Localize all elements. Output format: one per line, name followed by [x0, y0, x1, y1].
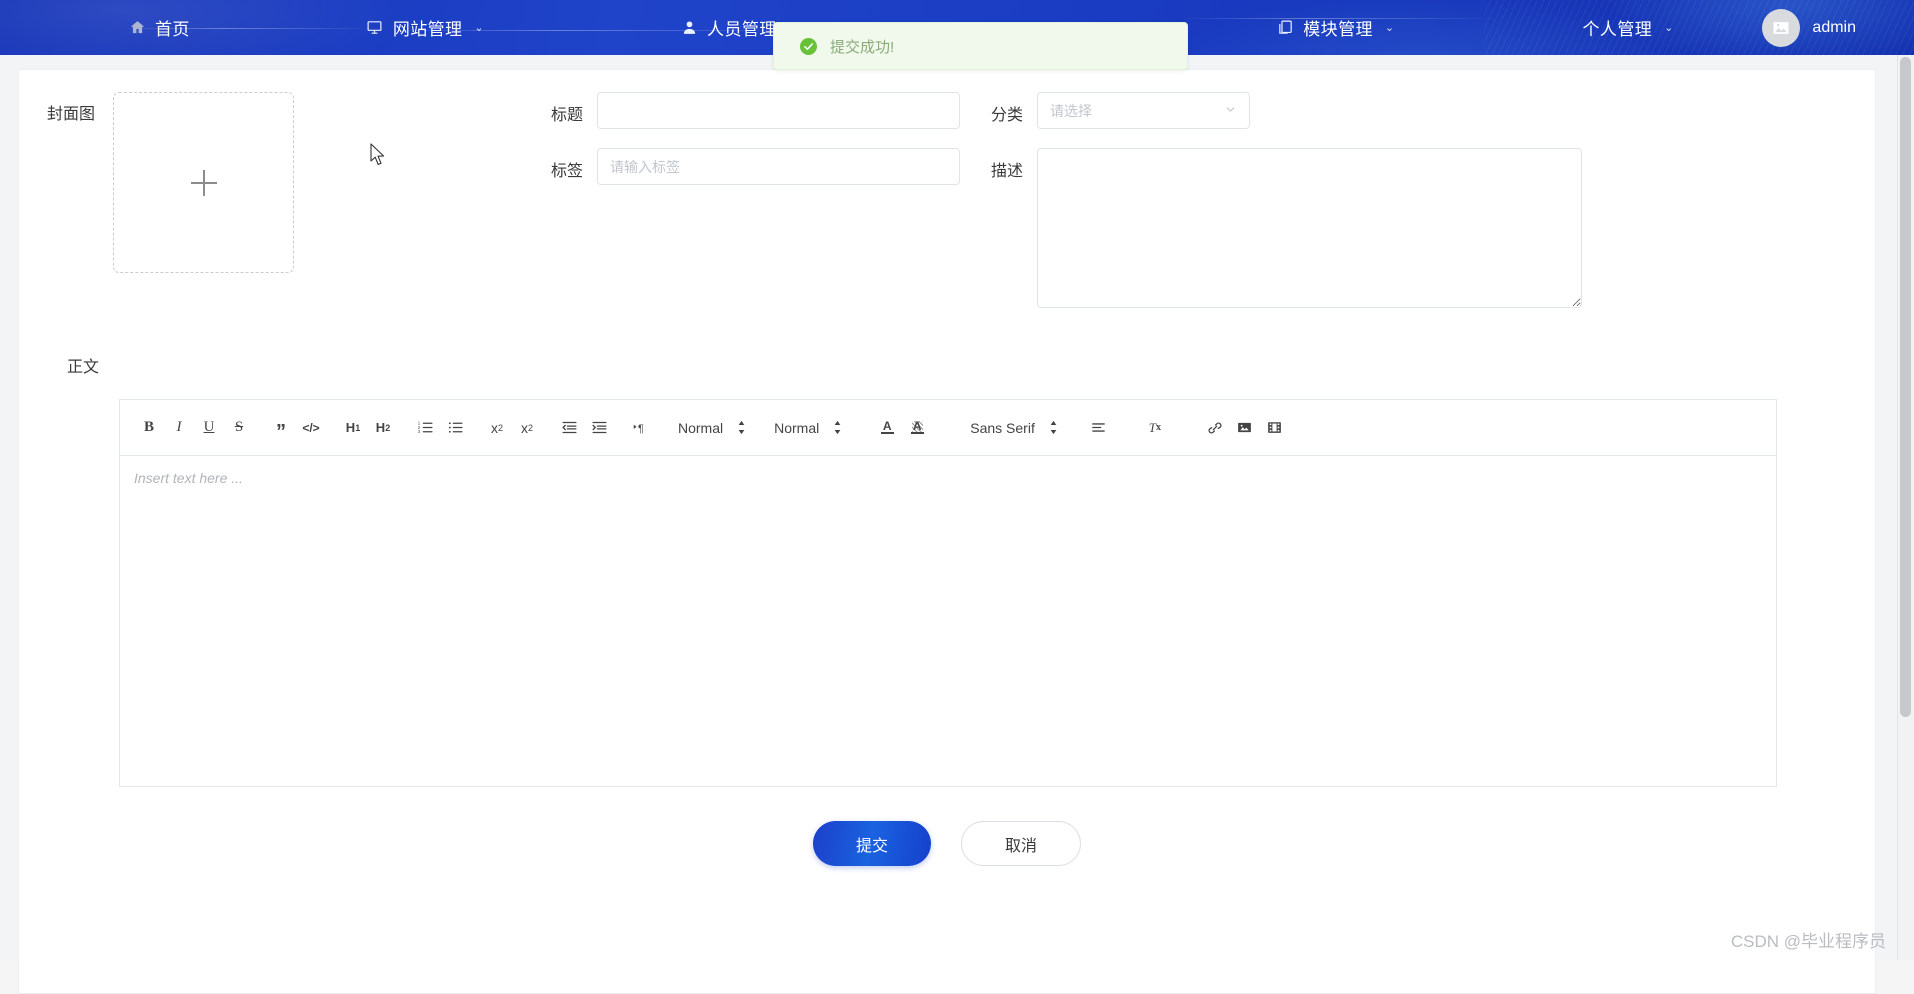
strikethrough-icon[interactable]: S	[225, 415, 253, 441]
background-color-icon[interactable]: A	[903, 415, 931, 441]
chevron-down-icon	[1224, 103, 1237, 118]
font-family-value: Sans Serif	[970, 419, 1035, 436]
chevron-updown-icon	[737, 420, 746, 435]
title-label: 标题	[550, 107, 583, 124]
description-field: 描述	[969, 148, 1669, 308]
category-description-column: 分类 请选择 描述	[969, 92, 1669, 327]
image-icon[interactable]	[1231, 415, 1259, 441]
nav-item-personal-management[interactable]: 个人管理 ⌄	[1583, 15, 1674, 40]
scrollbar-thumb[interactable]	[1900, 57, 1911, 717]
italic-icon[interactable]: I	[165, 415, 193, 441]
svg-text:¶: ¶	[637, 423, 643, 435]
nav-item-site-management-label: 网站管理	[392, 20, 463, 39]
title-tag-column: 标题 标签	[529, 92, 969, 327]
watermark: CSDN @毕业程序员	[1730, 932, 1886, 951]
category-label: 分类	[990, 107, 1023, 124]
success-check-icon	[800, 37, 817, 55]
line-height-select[interactable]: Normal	[774, 420, 842, 436]
tag-label: 标签	[550, 163, 583, 180]
form-card: 封面图 标题 标签 分类	[18, 69, 1876, 994]
heading-size-value: Normal	[678, 419, 724, 436]
video-icon[interactable]	[1261, 415, 1289, 441]
heading-1-icon[interactable]: H1	[339, 415, 367, 441]
form-actions: 提交 取消	[19, 821, 1875, 866]
link-icon[interactable]	[1201, 415, 1229, 441]
submit-button[interactable]: 提交	[813, 821, 931, 866]
title-field: 标题	[529, 92, 969, 129]
underline-icon[interactable]: U	[195, 415, 223, 441]
tag-input[interactable]	[597, 148, 960, 185]
home-icon	[128, 19, 146, 37]
chevron-down-icon: ⌄	[474, 22, 485, 34]
ordered-list-icon[interactable]: 123	[411, 415, 439, 441]
text-direction-icon[interactable]: ¶	[627, 415, 655, 441]
chevron-down-icon: ⌄	[1384, 22, 1395, 34]
font-family-select[interactable]: Sans Serif	[970, 420, 1058, 436]
heading-size-select[interactable]: Normal	[678, 420, 746, 436]
category-field: 分类 请选择	[969, 92, 1669, 129]
svg-text:3: 3	[417, 429, 420, 434]
cancel-button[interactable]: 取消	[961, 821, 1081, 866]
code-block-icon[interactable]: </>	[297, 415, 325, 441]
vertical-scrollbar[interactable]	[1897, 55, 1914, 960]
page-content: 封面图 标题 标签 分类	[0, 55, 1914, 994]
outdent-icon[interactable]	[555, 415, 583, 441]
nav-item-home-label: 首页	[155, 20, 190, 39]
clear-format-icon[interactable]: Tx	[1141, 415, 1169, 441]
align-icon[interactable]	[1085, 415, 1113, 441]
monitor-icon	[366, 19, 384, 37]
cover-image-upload-box[interactable]	[113, 92, 294, 273]
line-height-value: Normal	[774, 419, 820, 436]
bullet-list-icon[interactable]	[441, 415, 469, 441]
superscript-icon[interactable]: x2	[513, 415, 541, 441]
cover-image-label: 封面图	[46, 106, 95, 123]
nav-item-module-management[interactable]: 模块管理 ⌄	[1276, 15, 1394, 40]
chevron-updown-icon	[833, 420, 842, 435]
success-toast: 提交成功!	[773, 22, 1188, 70]
bold-icon[interactable]: B	[135, 415, 163, 441]
chevron-down-icon: ⌄	[1664, 22, 1674, 34]
avatar	[1762, 8, 1801, 47]
description-textarea[interactable]	[1037, 148, 1582, 308]
category-select[interactable]: 请选择	[1037, 92, 1250, 129]
blockquote-icon[interactable]: ”	[267, 411, 295, 445]
body-label: 正文	[67, 359, 100, 376]
subscript-icon[interactable]: x2	[483, 415, 511, 441]
form-top-row: 封面图 标题 标签 分类	[19, 70, 1875, 327]
editor-toolbar: B I U S ” </> H1 H2 123 x 2 x 2 ¶ Normal…	[120, 400, 1776, 456]
editor-content-area[interactable]: Insert text here ...	[120, 456, 1776, 786]
description-label: 描述	[990, 163, 1023, 180]
title-input[interactable]	[597, 92, 960, 129]
nav-item-site-management[interactable]: 网站管理 ⌄	[366, 15, 484, 40]
heading-2-icon[interactable]: H2	[369, 415, 397, 441]
indent-icon[interactable]	[585, 415, 613, 441]
chevron-updown-icon	[1049, 420, 1058, 435]
editor-placeholder: Insert text here ...	[134, 470, 243, 486]
cover-image-field: 封面图	[19, 92, 529, 327]
nav-item-personnel-management-label: 人员管理	[707, 20, 777, 39]
user-icon	[680, 19, 698, 37]
nav-item-module-management-label: 模块管理	[1303, 20, 1373, 39]
copy-icon	[1276, 19, 1294, 37]
nav-item-personal-management-label: 个人管理	[1582, 20, 1653, 39]
user-menu[interactable]: admin	[1762, 8, 1856, 47]
nav-item-home[interactable]: 首页	[128, 15, 190, 40]
user-name: admin	[1812, 18, 1856, 36]
category-select-value: 请选择	[1050, 102, 1092, 119]
rich-text-editor: B I U S ” </> H1 H2 123 x 2 x 2 ¶ Normal…	[119, 399, 1777, 787]
text-color-icon[interactable]: A	[873, 415, 901, 441]
tag-field: 标签	[529, 148, 969, 185]
toast-message: 提交成功!	[830, 38, 895, 56]
plus-icon	[190, 169, 217, 196]
